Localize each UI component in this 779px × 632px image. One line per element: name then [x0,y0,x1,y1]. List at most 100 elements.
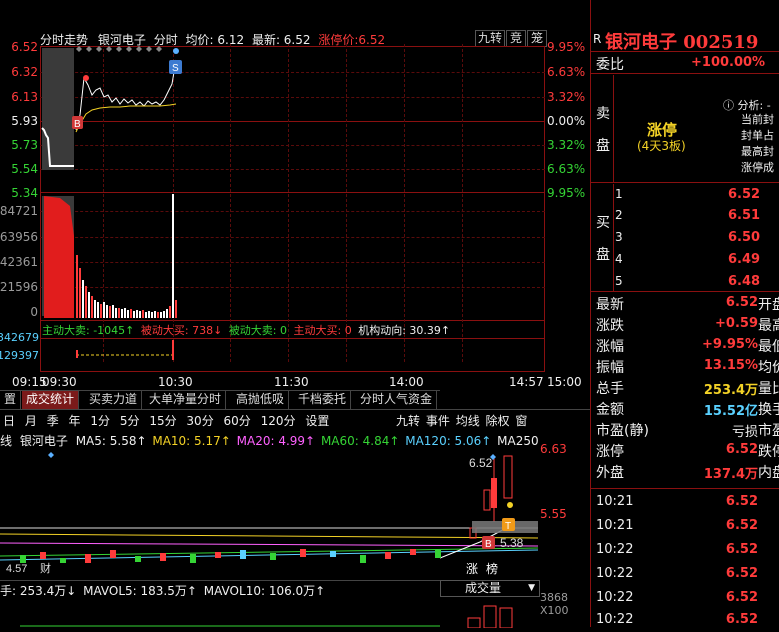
tick-time: 10:21 [596,494,634,509]
kline-low-label: 5.38 [500,536,524,550]
kline-panel: 日 月 季 年 1分 5分 15分 30分 60分 120分 设置 九转 事件 … [0,409,590,628]
stock-title: 银河电子 002519 [605,32,759,53]
flow-zhudong-sell: 主动大卖: -1045↑ [42,324,135,336]
tab-trade-stats[interactable]: 成交统计 [22,391,80,409]
time-tick: 10:30 [158,375,193,389]
buy-divider [613,184,614,292]
quote-panel: R 银河电子 002519 委比 +100.00% 卖 盘 涨停 (4天3板) … [590,0,779,627]
buy-label-1: 买 [596,215,610,231]
time-tick: 14:57 [509,375,544,389]
tick-row: 10:21 6.52 [591,518,779,538]
stat-label: 涨幅 [596,339,624,355]
kline-high-label: 6.52 [469,456,493,470]
analysis-line: 当前封 [741,113,774,126]
tab-thousand-order[interactable]: 千档委托 [294,391,352,409]
flow-tick: 129397 [0,349,39,362]
bid-price: 6.51 [728,208,761,223]
mavol5-label: MAVOL5: 183.5万↑ [83,584,197,598]
flow-institution: 机构动向: 30.39↑ [358,324,451,336]
tick-price: 6.52 [725,590,758,605]
flow-zhudong-buy: 主动大买: 0 [293,324,352,336]
stat-label: 外盘 [596,465,624,481]
stat-row: 涨停 6.52 跌停 [591,441,779,462]
price-volume-svg: B S [41,46,182,360]
auction-volume-area [44,196,74,318]
tab-popularity[interactable]: 分时人气资金 [356,391,438,409]
bid-price: 6.49 [728,252,761,267]
bid-row: 4 6.49 [615,252,775,270]
tab-buy-sell-force[interactable]: 买卖力道 [85,391,143,409]
stat-row: 最新 6.52 开盘 [591,294,779,315]
stat-label: 市盈(静) [596,423,649,439]
weibi-label: 委比 [596,57,624,73]
stat-value: 6.52 [725,295,758,310]
tab-high-low[interactable]: 高抛低吸 [232,391,290,409]
tick-row: 10:22 6.52 [591,566,779,586]
flow-summary: 主动大卖: -1045↑ 被动大买: 738↓ 被动大卖: 0 主动大买: 0 … [42,322,542,336]
stat-row: 涨幅 +9.95% 最低 [591,336,779,357]
avg-line [75,103,177,133]
stat-label: 涨跌 [596,318,624,334]
stat-tag: 最高 [758,318,779,334]
stat-tag: 最低 [758,339,779,355]
tick-price: 6.52 [725,566,758,581]
stat-tag: 跌停 [758,444,779,460]
analysis-line: 最高封 [741,145,774,158]
stat-tag: 内盘 [758,465,779,481]
tab-big-order[interactable]: 大单净量分时 [145,391,227,409]
tick-list: 10:21 6.52 10:21 6.52 10:22 6.52 10:22 6… [591,490,779,627]
stat-value: 13.15% [703,358,758,373]
kline-volume-legend: 手: 253.4万↓ MAVOL5: 183.5万↑ MAVOL10: 106.… [0,580,440,598]
tick-price: 6.52 [725,542,758,557]
bid-level: 3 [615,230,623,244]
stat-value: +9.95% [702,337,758,352]
tick-price: 6.52 [725,494,758,509]
analysis-line: 封单占 [741,129,774,142]
stat-row: 外盘 137.4万 内盘 [591,462,779,483]
volume-bars [76,194,177,318]
kline-volume-svg [20,605,513,628]
intraday-chart-panel: 分时走势 银河电子 分时 均价: 6.12 最新: 6.52 涨停价:6.52 … [0,0,590,410]
limit-up-sub: (4天3板) [637,139,686,153]
flow-beidong-buy: 被动大买: 738↓ [140,324,223,336]
bid-row: 1 6.52 [615,187,775,205]
tick-time: 10:22 [596,612,634,627]
flow-beidong-sell: 被动大卖: 0 [228,324,288,336]
tick-row: 10:21 6.52 [591,494,779,514]
bid-row: 5 6.48 [615,274,775,292]
buy-label-2: 盘 [596,247,610,263]
stat-row: 总手 253.4万 量比 [591,378,779,399]
b-marker-text: B [74,119,81,130]
stat-row: 市盈(静) 亏损 市盈 [591,420,779,441]
stats-area: 最新 6.52 开盘 涨跌 +0.59 最高 涨幅 +9.95% 最低 振幅 1… [591,293,779,489]
stat-tag: 市盈 [758,423,779,439]
bid-level: 1 [615,187,623,201]
stat-value: +0.59 [715,316,758,331]
time-tick: 15:00 [547,375,582,389]
sell-area: 卖 盘 涨停 (4天3板) ⓘ 分析: - 当前封 封单占 最高封 涨停成 [591,75,779,183]
stat-tag: 开盘 [758,297,779,313]
tick-time: 10:21 [596,518,634,533]
stat-value: 253.4万 [703,383,758,398]
time-tick: 11:30 [274,375,309,389]
tick-row: 10:22 6.52 [591,542,779,562]
r-tag: R [593,32,602,46]
price-line [75,59,177,131]
stat-value: 137.4万 [703,467,758,482]
stat-label: 总手 [596,381,624,397]
sell-divider [613,75,614,183]
stat-tag: 量比 [758,381,779,397]
kline-vol-tick: 3868 [540,591,568,604]
buy-area: 买 盘 1 6.52 2 6.51 3 6.50 4 6.49 5 6.48 [591,184,779,292]
time-tick: 09:30 [42,375,77,389]
time-axis: 09:15 09:30 10:30 11:30 14:00 14:57 15:0… [0,375,590,389]
tick-time: 10:22 [596,590,634,605]
stat-row: 振幅 13.15% 均价 [591,357,779,378]
volume-select[interactable]: 成交量 ▼ [440,580,540,597]
bid-row: 2 6.51 [615,208,775,226]
tick-time: 10:22 [596,566,634,581]
kline-t-dot [507,502,513,508]
tick-price: 6.52 [725,518,758,533]
tab-settings[interactable]: 置 [0,391,22,409]
indicator-tabs: 置 成交统计 买卖力道 大单净量分时 高抛低吸 千档委托 分时人气资金 [0,390,440,409]
